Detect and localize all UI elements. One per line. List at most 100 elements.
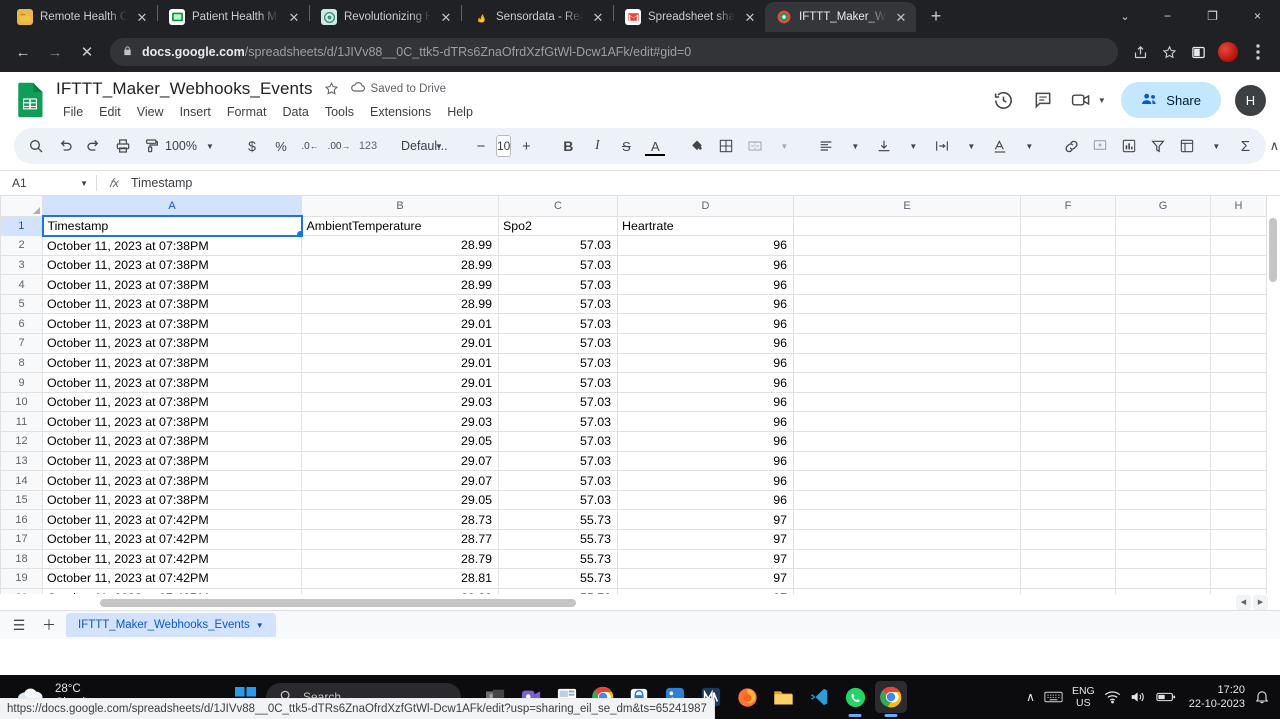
- cell-G14[interactable]: [1115, 470, 1211, 491]
- cell-F4[interactable]: [1020, 274, 1116, 295]
- cell-D3[interactable]: 96: [617, 254, 794, 276]
- browser-tab-2[interactable]: Revolutionizing Healt ✕: [310, 2, 461, 32]
- cell-H13[interactable]: [1210, 450, 1267, 472]
- row-header[interactable]: 2: [0, 235, 43, 256]
- cell-F17[interactable]: [1020, 529, 1116, 550]
- cell-C12[interactable]: 57.03: [498, 431, 618, 452]
- wifi-icon[interactable]: [1104, 690, 1121, 704]
- merge-cells-icon[interactable]: [741, 132, 769, 160]
- text-rotation-icon[interactable]: [986, 132, 1014, 160]
- cell-C9[interactable]: 57.03: [498, 372, 618, 393]
- menu-file[interactable]: File: [56, 103, 90, 121]
- cell-E10[interactable]: [793, 391, 1021, 413]
- cell-G15[interactable]: [1115, 489, 1211, 511]
- table-row[interactable]: 1 Timestamp AmbientTemperature Spo2 Heartrat…: [0, 215, 1267, 237]
- table-row[interactable]: 13 October 11, 2023 at 07:38PM 29.07 57.03 9…: [0, 450, 1267, 472]
- menu-help[interactable]: Help: [440, 103, 480, 121]
- cell-H7[interactable]: [1210, 333, 1267, 354]
- chevron-down-icon[interactable]: ▼: [770, 132, 798, 160]
- cell-A12[interactable]: October 11, 2023 at 07:38PM: [42, 431, 302, 452]
- file-explorer-icon[interactable]: [767, 681, 799, 713]
- forward-button[interactable]: →: [40, 37, 70, 67]
- cell-G5[interactable]: [1115, 293, 1211, 315]
- name-box[interactable]: A1 ▼: [0, 171, 96, 195]
- cell-H9[interactable]: [1210, 372, 1267, 393]
- cell-D4[interactable]: 96: [617, 274, 794, 295]
- cell-E3[interactable]: [793, 254, 1021, 276]
- cell-C14[interactable]: 57.03: [498, 470, 618, 491]
- cell-G6[interactable]: [1115, 313, 1211, 335]
- cell-E9[interactable]: [793, 372, 1021, 393]
- cell-F12[interactable]: [1020, 431, 1116, 452]
- chevron-down-icon[interactable]: ▼: [1202, 132, 1230, 160]
- column-header-d[interactable]: D: [617, 196, 794, 217]
- add-sheet-icon[interactable]: ＋: [36, 613, 62, 637]
- battery-icon[interactable]: [1156, 691, 1176, 703]
- strikethrough-button[interactable]: S: [612, 132, 640, 160]
- table-row[interactable]: 2 October 11, 2023 at 07:38PM 28.99 57.03 96: [0, 235, 1267, 256]
- cell-G2[interactable]: [1115, 235, 1211, 256]
- cell-B11[interactable]: 29.03: [301, 411, 499, 433]
- cell-C10[interactable]: 57.03: [498, 391, 618, 413]
- undo-icon[interactable]: [51, 132, 79, 160]
- scroll-right-button[interactable]: ▶: [1253, 594, 1268, 610]
- zoom-level[interactable]: 100%: [165, 132, 197, 160]
- row-header[interactable]: 7: [0, 333, 43, 354]
- insert-comment-icon[interactable]: [1086, 132, 1114, 160]
- cell-A15[interactable]: October 11, 2023 at 07:38PM: [42, 489, 302, 511]
- cell-H2[interactable]: [1210, 235, 1267, 256]
- close-icon[interactable]: ✕: [286, 9, 302, 25]
- row-header[interactable]: 13: [0, 450, 43, 472]
- text-color-button[interactable]: A: [641, 132, 669, 160]
- chevron-down-icon[interactable]: ▼: [899, 132, 927, 160]
- more-formats-button[interactable]: 123: [354, 132, 382, 160]
- cell-H16[interactable]: [1210, 509, 1267, 530]
- table-row[interactable]: 4 October 11, 2023 at 07:38PM 28.99 57.03 96: [0, 274, 1267, 295]
- cell-C3[interactable]: 57.03: [498, 254, 618, 276]
- cell-G8[interactable]: [1115, 352, 1211, 374]
- font-family-select[interactable]: Defaul...: [396, 132, 448, 160]
- cell-C5[interactable]: 57.03: [498, 293, 618, 315]
- menu-edit[interactable]: Edit: [92, 103, 128, 121]
- cell-A19[interactable]: October 11, 2023 at 07:42PM: [42, 568, 302, 589]
- cell-H12[interactable]: [1210, 431, 1267, 452]
- fill-color-icon[interactable]: [683, 132, 711, 160]
- cell-C15[interactable]: 57.03: [498, 489, 618, 511]
- cell-E14[interactable]: [793, 470, 1021, 491]
- cell-F5[interactable]: [1020, 293, 1116, 315]
- increase-decimal-button[interactable]: .00 →: [325, 132, 353, 160]
- cell-H19[interactable]: [1210, 568, 1267, 589]
- cell-H5[interactable]: [1210, 293, 1267, 315]
- tray-chevron-up-icon[interactable]: ∧: [1026, 690, 1035, 704]
- cell-D8[interactable]: 96: [617, 352, 794, 374]
- cell-E2[interactable]: [793, 235, 1021, 256]
- cell-C18[interactable]: 55.73: [498, 548, 618, 570]
- column-header-b[interactable]: B: [301, 196, 499, 217]
- cell-C6[interactable]: 57.03: [498, 313, 618, 335]
- cell-D17[interactable]: 97: [617, 529, 794, 550]
- row-header[interactable]: 18: [0, 548, 43, 570]
- cell-B3[interactable]: 28.99: [301, 254, 499, 276]
- cell-D19[interactable]: 97: [617, 568, 794, 589]
- row-header[interactable]: 4: [0, 274, 43, 295]
- cell-D18[interactable]: 97: [617, 548, 794, 570]
- cell-B6[interactable]: 29.01: [301, 313, 499, 335]
- formula-input[interactable]: Timestamp: [131, 176, 1280, 190]
- cell-H15[interactable]: [1210, 489, 1267, 511]
- search-icon[interactable]: [22, 132, 50, 160]
- chevron-down-icon[interactable]: ⌄: [1105, 0, 1145, 32]
- cell-C7[interactable]: 57.03: [498, 333, 618, 354]
- cell-H17[interactable]: [1210, 529, 1267, 550]
- table-row[interactable]: 19 October 11, 2023 at 07:42PM 28.81 55.73 9…: [0, 568, 1267, 589]
- table-row[interactable]: 9 October 11, 2023 at 07:38PM 29.01 57.03 96: [0, 372, 1267, 393]
- cell-H14[interactable]: [1210, 470, 1267, 491]
- all-sheets-icon[interactable]: ☰: [6, 613, 32, 637]
- cell-D10[interactable]: 96: [617, 391, 794, 413]
- share-button[interactable]: Share: [1121, 82, 1221, 118]
- menu-format[interactable]: Format: [220, 103, 274, 121]
- insert-chart-icon[interactable]: [1115, 132, 1143, 160]
- version-history-icon[interactable]: [985, 82, 1021, 118]
- sidepanel-icon[interactable]: [1184, 38, 1212, 66]
- cell-D9[interactable]: 96: [617, 372, 794, 393]
- avatar[interactable]: H: [1235, 84, 1266, 116]
